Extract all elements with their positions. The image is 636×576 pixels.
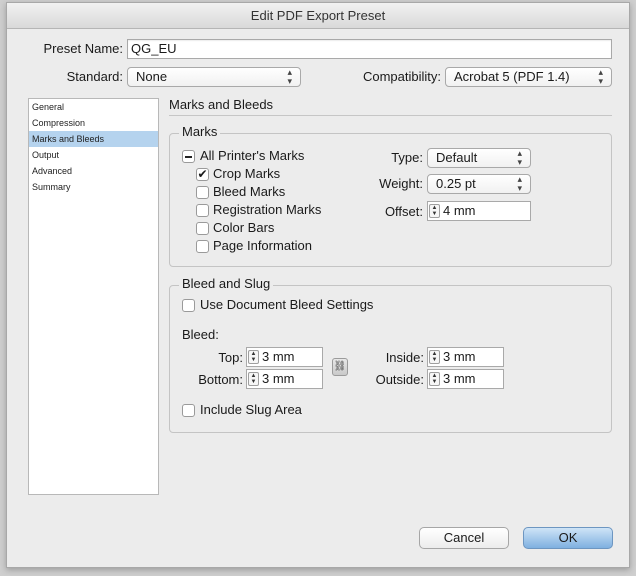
top-value: 3 mm bbox=[262, 349, 295, 364]
stepper-arrows-icon[interactable]: ▲ ▼ bbox=[248, 350, 259, 364]
inside-value: 3 mm bbox=[443, 349, 476, 364]
stepper-arrows-icon[interactable]: ▲ ▼ bbox=[248, 372, 259, 386]
popup-arrows-icon: ▴ ▾ bbox=[598, 67, 603, 86]
preset-name-field[interactable]: QG_EU bbox=[127, 39, 612, 59]
sidebar-item-advanced[interactable]: Advanced bbox=[29, 163, 158, 179]
offset-label: Offset: bbox=[384, 204, 423, 219]
bottom-label: Bottom: bbox=[198, 372, 243, 387]
popup-arrows-icon: ▴ ▾ bbox=[517, 148, 522, 167]
bleed-slug-group-title: Bleed and Slug bbox=[179, 276, 274, 291]
outside-label: Outside: bbox=[375, 372, 424, 387]
standard-label: Standard: bbox=[66, 69, 123, 84]
weight-label: Weight: bbox=[379, 176, 423, 191]
type-select[interactable]: Default ▴ ▾ bbox=[427, 148, 531, 168]
top-label: Top: bbox=[218, 350, 243, 365]
type-label: Type: bbox=[391, 150, 423, 165]
all-printers-marks-checkbox[interactable] bbox=[182, 150, 195, 163]
all-printers-marks-label: All Printer's Marks bbox=[200, 148, 305, 163]
preset-name-label: Preset Name: bbox=[43, 41, 123, 56]
sidebar-item-summary[interactable]: Summary bbox=[29, 179, 158, 195]
compatibility-select[interactable]: Acrobat 5 (PDF 1.4) ▴ ▾ bbox=[445, 67, 612, 87]
window-title: Edit PDF Export Preset bbox=[7, 3, 629, 29]
page-information-label: Page Information bbox=[213, 238, 313, 253]
include-slug-checkbox[interactable] bbox=[182, 404, 195, 417]
sidebar-item-marks-and-bleeds[interactable]: Marks and Bleeds bbox=[29, 131, 158, 147]
popup-arrows-icon: ▴ ▾ bbox=[517, 174, 522, 193]
sidebar-item-compression[interactable]: Compression bbox=[29, 115, 158, 131]
offset-value: 4 mm bbox=[443, 203, 476, 218]
color-bars-label: Color Bars bbox=[213, 220, 275, 235]
standard-value: None bbox=[136, 69, 168, 84]
stepper-arrows-icon[interactable]: ▲ ▼ bbox=[429, 372, 440, 386]
type-value: Default bbox=[436, 150, 478, 165]
bleed-marks-label: Bleed Marks bbox=[213, 184, 286, 199]
compatibility-label: Compatibility: bbox=[362, 69, 441, 84]
bleed-label: Bleed: bbox=[182, 327, 219, 342]
page-information-checkbox[interactable] bbox=[196, 240, 209, 253]
panel-divider bbox=[169, 115, 612, 116]
use-document-bleed-checkbox[interactable] bbox=[182, 299, 195, 312]
chain-link-icon[interactable]: ⛓ bbox=[332, 358, 348, 376]
registration-marks-checkbox[interactable] bbox=[196, 204, 209, 217]
inside-label: Inside: bbox=[385, 350, 424, 365]
top-stepper[interactable]: ▲ ▼ 3 mm bbox=[246, 347, 323, 367]
sidebar: General Compression Marks and Bleeds Out… bbox=[28, 98, 159, 495]
checkmark-icon: ✔ bbox=[197, 167, 208, 181]
outside-value: 3 mm bbox=[443, 371, 476, 386]
weight-value: 0.25 pt bbox=[436, 176, 476, 191]
bottom-value: 3 mm bbox=[262, 371, 295, 386]
popup-arrows-icon: ▴ ▾ bbox=[287, 67, 292, 86]
ok-button[interactable]: OK bbox=[523, 527, 613, 549]
outside-stepper[interactable]: ▲ ▼ 3 mm bbox=[427, 369, 504, 389]
inside-stepper[interactable]: ▲ ▼ 3 mm bbox=[427, 347, 504, 367]
stepper-arrows-icon[interactable]: ▲ ▼ bbox=[429, 204, 440, 218]
use-document-bleed-label: Use Document Bleed Settings bbox=[200, 297, 374, 312]
dialog-window: Edit PDF Export Preset Preset Name: QG_E… bbox=[6, 2, 630, 568]
offset-stepper[interactable]: ▲ ▼ 4 mm bbox=[427, 201, 531, 221]
panel-title: Marks and Bleeds bbox=[169, 97, 274, 112]
bleed-marks-checkbox[interactable] bbox=[196, 186, 209, 199]
marks-group-title: Marks bbox=[179, 124, 221, 139]
weight-select[interactable]: 0.25 pt ▴ ▾ bbox=[427, 174, 531, 194]
sidebar-item-general[interactable]: General bbox=[29, 99, 158, 115]
crop-marks-checkbox[interactable]: ✔ bbox=[196, 168, 209, 181]
color-bars-checkbox[interactable] bbox=[196, 222, 209, 235]
cancel-button[interactable]: Cancel bbox=[419, 527, 509, 549]
registration-marks-label: Registration Marks bbox=[213, 202, 322, 217]
sidebar-item-output[interactable]: Output bbox=[29, 147, 158, 163]
compatibility-value: Acrobat 5 (PDF 1.4) bbox=[454, 69, 570, 84]
include-slug-label: Include Slug Area bbox=[200, 402, 302, 417]
crop-marks-label: Crop Marks bbox=[213, 166, 281, 181]
bottom-stepper[interactable]: ▲ ▼ 3 mm bbox=[246, 369, 323, 389]
standard-select[interactable]: None ▴ ▾ bbox=[127, 67, 301, 87]
stepper-arrows-icon[interactable]: ▲ ▼ bbox=[429, 350, 440, 364]
